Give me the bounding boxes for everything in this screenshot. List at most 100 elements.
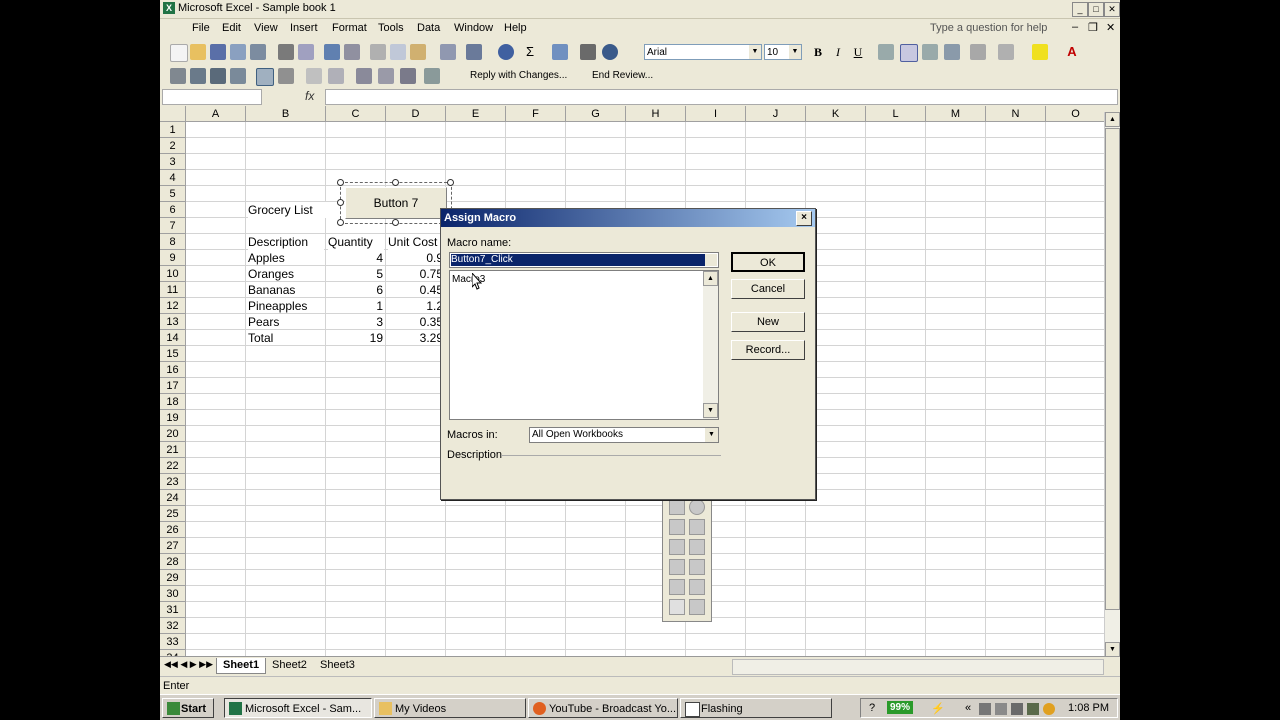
cell-d10[interactable]: 0.75 bbox=[388, 266, 443, 282]
ask-question-box[interactable]: Type a question for help bbox=[930, 22, 1047, 34]
formula-input[interactable] bbox=[325, 89, 1118, 105]
print-icon[interactable] bbox=[278, 44, 294, 60]
tray-icon-5[interactable] bbox=[1043, 703, 1055, 715]
indent-icon[interactable] bbox=[970, 44, 986, 60]
menu-edit[interactable]: Edit bbox=[222, 22, 241, 34]
review-icon-6[interactable] bbox=[278, 68, 294, 84]
fx-icon[interactable]: fx bbox=[305, 89, 314, 103]
tray-icon-2[interactable] bbox=[995, 703, 1007, 715]
end-review-button[interactable]: End Review... bbox=[592, 70, 653, 81]
maximize-icon[interactable]: □ bbox=[1088, 2, 1104, 17]
list-box-tool-icon[interactable] bbox=[669, 519, 685, 535]
scroll-bar-tool-icon[interactable] bbox=[669, 559, 685, 575]
checkbox-tool-icon[interactable] bbox=[669, 499, 685, 515]
cell-b11[interactable]: Bananas bbox=[248, 282, 324, 298]
open-icon[interactable] bbox=[190, 44, 206, 60]
spelling-icon[interactable] bbox=[324, 44, 340, 60]
review-icon-9[interactable] bbox=[400, 68, 416, 84]
battery-indicator[interactable]: 99% bbox=[887, 701, 914, 714]
fill-color-icon[interactable] bbox=[1032, 44, 1048, 60]
autosum-icon[interactable]: Σ bbox=[522, 44, 538, 60]
align-right-icon[interactable] bbox=[922, 44, 938, 60]
row-header[interactable]: 4 bbox=[160, 170, 186, 186]
cell-c11[interactable]: 6 bbox=[328, 282, 383, 298]
help-icon[interactable] bbox=[602, 44, 618, 60]
list-scrollbar[interactable]: ▲ ▼ bbox=[703, 271, 718, 419]
tray-icon-1[interactable] bbox=[979, 703, 991, 715]
row-header[interactable]: 1 bbox=[160, 122, 186, 138]
tray-icon-4[interactable] bbox=[1027, 703, 1039, 715]
cell-b12[interactable]: Pineapples bbox=[248, 298, 324, 314]
cell-b14[interactable]: Total bbox=[248, 330, 324, 346]
cell-c9[interactable]: 4 bbox=[328, 250, 383, 266]
scroll-up-icon[interactable]: ▲ bbox=[703, 271, 718, 286]
col-header-m[interactable]: M bbox=[926, 106, 986, 122]
cancel-button[interactable]: Cancel bbox=[731, 279, 805, 299]
row-header[interactable]: 32 bbox=[160, 618, 186, 634]
macro-list[interactable]: Macro3 ▲ ▼ bbox=[449, 270, 719, 420]
cell-b13[interactable]: Pears bbox=[248, 314, 324, 330]
row-header[interactable]: 29 bbox=[160, 570, 186, 586]
close-icon[interactable]: ✕ bbox=[1104, 2, 1120, 17]
control-properties-icon[interactable] bbox=[669, 579, 685, 595]
underline-button[interactable]: U bbox=[850, 44, 866, 60]
cell-d8[interactable]: Unit Cost bbox=[388, 234, 444, 250]
row-header[interactable]: 19 bbox=[160, 410, 186, 426]
doc-restore-icon[interactable]: ❐ bbox=[1088, 21, 1098, 34]
review-icon-7[interactable] bbox=[356, 68, 372, 84]
col-header-k[interactable]: K bbox=[806, 106, 866, 122]
scroll-down-icon[interactable]: ▼ bbox=[703, 403, 718, 418]
horizontal-scrollbar[interactable] bbox=[732, 659, 1104, 675]
cell-d11[interactable]: 0.45 bbox=[388, 282, 443, 298]
record-button[interactable]: Record... bbox=[731, 340, 805, 360]
taskbar-flashing[interactable]: Flashing bbox=[680, 698, 832, 718]
scroll-down-icon[interactable]: ▼ bbox=[1105, 642, 1120, 657]
row-header[interactable]: 25 bbox=[160, 506, 186, 522]
edit-code-icon[interactable] bbox=[689, 579, 705, 595]
col-header-i[interactable]: I bbox=[686, 106, 746, 122]
name-box[interactable] bbox=[162, 89, 262, 105]
menu-data[interactable]: Data bbox=[417, 22, 440, 34]
new-icon[interactable] bbox=[170, 44, 188, 62]
row-header[interactable]: 5 bbox=[160, 186, 186, 202]
toggle-grid-icon[interactable] bbox=[669, 599, 685, 615]
scroll-up-icon[interactable]: ▲ bbox=[1105, 112, 1120, 127]
cell-c13[interactable]: 3 bbox=[328, 314, 383, 330]
row-header[interactable]: 2 bbox=[160, 138, 186, 154]
resize-handle[interactable] bbox=[337, 179, 344, 186]
scroll-thumb[interactable] bbox=[1105, 128, 1120, 610]
row-header[interactable]: 24 bbox=[160, 490, 186, 506]
row-header[interactable]: 28 bbox=[160, 554, 186, 570]
col-header-o[interactable]: O bbox=[1046, 106, 1104, 122]
combo-list-tool-icon[interactable] bbox=[669, 539, 685, 555]
row-header[interactable]: 11 bbox=[160, 282, 186, 298]
tab-sheet1[interactable]: Sheet1 bbox=[216, 658, 267, 674]
doc-minimize-icon[interactable]: – bbox=[1072, 21, 1078, 33]
sort-icon[interactable] bbox=[552, 44, 568, 60]
review-icon-3[interactable] bbox=[210, 68, 226, 84]
cell-d13[interactable]: 0.35 bbox=[388, 314, 443, 330]
review-icon-5[interactable] bbox=[256, 68, 274, 86]
col-header-n[interactable]: N bbox=[986, 106, 1046, 122]
paste-icon[interactable] bbox=[410, 44, 426, 60]
new-comment-icon[interactable] bbox=[306, 68, 322, 84]
row-header[interactable]: 7 bbox=[160, 218, 186, 234]
menu-tools[interactable]: Tools bbox=[378, 22, 404, 34]
resize-handle[interactable] bbox=[392, 219, 399, 226]
vertical-scrollbar[interactable]: ▲ ▼ bbox=[1104, 112, 1120, 658]
font-combo[interactable]: Arial ▼ bbox=[644, 44, 762, 60]
menu-file[interactable]: File bbox=[192, 22, 210, 34]
row-header[interactable]: 22 bbox=[160, 458, 186, 474]
font-color-icon[interactable]: A bbox=[1064, 44, 1080, 60]
row-header[interactable]: 27 bbox=[160, 538, 186, 554]
row-header[interactable]: 20 bbox=[160, 426, 186, 442]
row-header[interactable]: 23 bbox=[160, 474, 186, 490]
email-icon[interactable] bbox=[250, 44, 266, 60]
review-icon-8[interactable] bbox=[378, 68, 394, 84]
start-button[interactable]: Start bbox=[162, 698, 214, 718]
copy-icon[interactable] bbox=[390, 44, 406, 60]
row-header[interactable]: 3 bbox=[160, 154, 186, 170]
macros-in-select[interactable]: All Open Workbooks ▼ bbox=[529, 427, 719, 443]
row-header[interactable]: 26 bbox=[160, 522, 186, 538]
cell-c10[interactable]: 5 bbox=[328, 266, 383, 282]
